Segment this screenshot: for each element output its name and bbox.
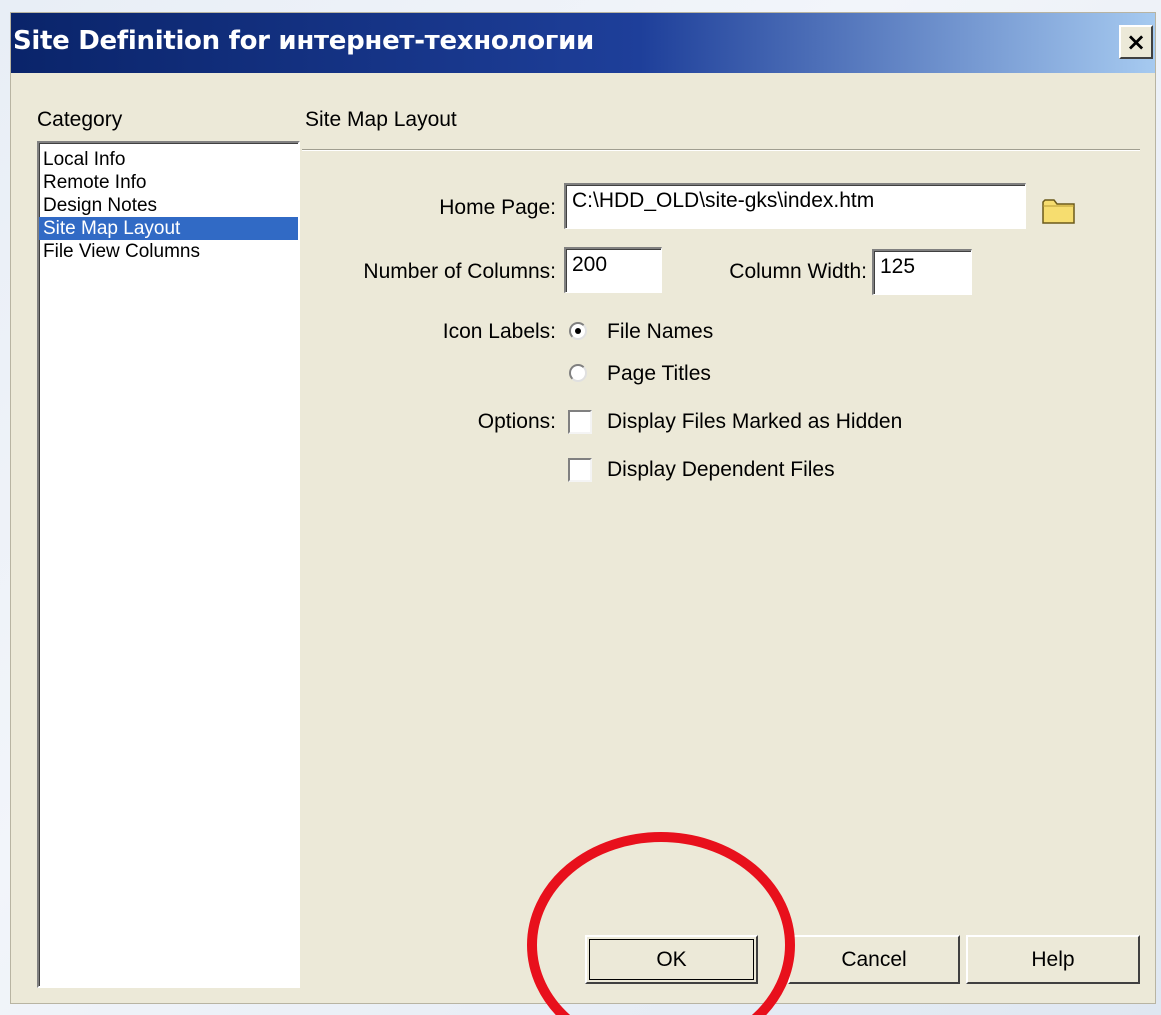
category-header: Category xyxy=(37,108,123,131)
category-list[interactable]: Local Info Remote Info Design Notes Site… xyxy=(37,141,300,988)
options-label: Options: xyxy=(477,410,556,433)
file-names-radio[interactable] xyxy=(569,322,587,340)
category-item-file-view-columns[interactable]: File View Columns xyxy=(39,240,298,263)
section-title: Site Map Layout xyxy=(305,108,457,131)
display-dependent-files-checkbox[interactable] xyxy=(568,458,592,482)
icon-labels-label: Icon Labels: xyxy=(442,320,556,343)
column-width-input[interactable]: 125 xyxy=(872,249,972,295)
page-titles-label: Page Titles xyxy=(607,362,711,385)
display-hidden-files-label: Display Files Marked as Hidden xyxy=(607,410,903,433)
close-icon: × xyxy=(1125,28,1147,56)
category-item-remote-info[interactable]: Remote Info xyxy=(39,171,298,194)
window-title: Site Definition for интернет-технологии xyxy=(13,26,594,56)
help-button[interactable]: Help xyxy=(966,935,1140,984)
display-dependent-files-label: Display Dependent Files xyxy=(607,458,835,481)
cancel-button[interactable]: Cancel xyxy=(788,935,960,984)
ok-button[interactable]: OK xyxy=(585,935,758,984)
home-page-label: Home Page: xyxy=(439,196,556,219)
number-of-columns-label: Number of Columns: xyxy=(363,260,556,283)
section-divider xyxy=(302,149,1140,151)
category-item-local-info[interactable]: Local Info xyxy=(39,148,298,171)
site-definition-dialog: Site Definition for интернет-технологии … xyxy=(10,12,1156,1004)
folder-icon[interactable] xyxy=(1041,194,1077,226)
category-item-site-map-layout[interactable]: Site Map Layout xyxy=(39,217,298,240)
category-item-design-notes[interactable]: Design Notes xyxy=(39,194,298,217)
display-hidden-files-checkbox[interactable] xyxy=(568,410,592,434)
page-titles-radio[interactable] xyxy=(569,364,587,382)
title-bar[interactable]: Site Definition for интернет-технологии … xyxy=(11,13,1155,73)
close-button[interactable]: × xyxy=(1119,25,1153,59)
column-width-label: Column Width: xyxy=(729,260,867,283)
number-of-columns-input[interactable]: 200 xyxy=(564,247,662,293)
file-names-label: File Names xyxy=(607,320,714,343)
home-page-input[interactable]: C:\HDD_OLD\site-gks\index.htm xyxy=(564,183,1026,229)
